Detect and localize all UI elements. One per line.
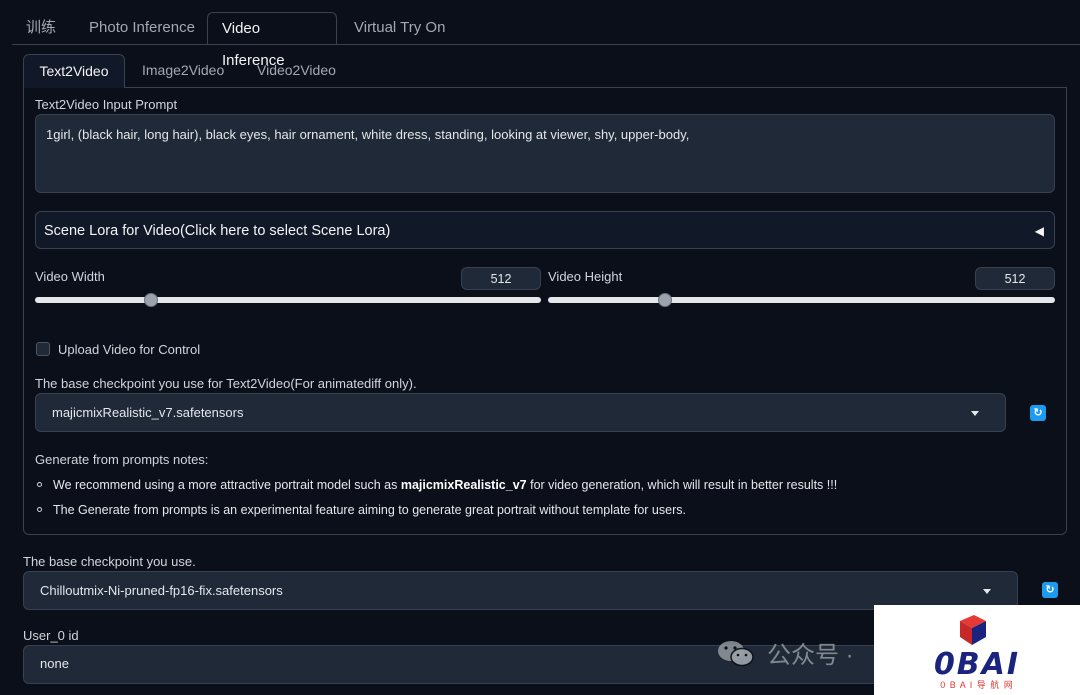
chevron-down-icon: [983, 589, 991, 594]
wechat-icon: [716, 638, 760, 668]
bullet-icon: [37, 482, 42, 487]
top-tab-divider: [12, 44, 1080, 45]
scene-lora-accordion[interactable]: Scene Lora for Video(Click here to selec…: [35, 211, 1055, 249]
note-item-1: We recommend using a more attractive por…: [53, 478, 838, 492]
logo-subtext: 0 B A I 导 航 网: [940, 680, 1014, 690]
refresh-icon[interactable]: ↻: [1042, 582, 1058, 598]
video-height-slider-thumb[interactable]: [657, 293, 672, 307]
t2v-checkpoint-label: The base checkpoint you use for Text2Vid…: [35, 376, 417, 391]
video-width-input[interactable]: 512: [461, 267, 541, 290]
prompt-input[interactable]: 1girl, (black hair, long hair), black ey…: [35, 114, 1055, 193]
refresh-icon[interactable]: ↻: [1030, 405, 1046, 421]
tab-training[interactable]: 训练: [12, 12, 70, 44]
logo: 0BAI 0 B A I 导 航 网: [874, 605, 1080, 695]
video-height-slider[interactable]: [548, 297, 1055, 303]
scene-lora-label: Scene Lora for Video(Click here to selec…: [44, 223, 391, 239]
base-checkpoint-label: The base checkpoint you use.: [23, 554, 196, 569]
tab-text2video[interactable]: Text2Video: [23, 54, 125, 88]
tab-photo-inference[interactable]: Photo Inference: [75, 12, 209, 44]
t2v-checkpoint-value: majicmixRealistic_v7.safetensors: [52, 405, 244, 420]
notes-title: Generate from prompts notes:: [35, 452, 209, 467]
logo-cube-icon: [960, 615, 986, 645]
logo-text: 0BAI: [933, 647, 1021, 682]
prompt-label: Text2Video Input Prompt: [35, 97, 178, 112]
note-item-2: The Generate from prompts is an experime…: [53, 503, 686, 517]
watermark-text: 公众号 ·: [767, 642, 854, 669]
tab-video2video[interactable]: Video2Video: [242, 54, 351, 88]
chevron-down-icon: [971, 411, 979, 416]
video-height-input[interactable]: 512: [975, 267, 1055, 290]
upload-video-checkbox[interactable]: [36, 342, 50, 356]
video-width-slider[interactable]: [35, 297, 541, 303]
video-width-label: Video Width: [35, 269, 105, 284]
user-id-input[interactable]: none: [23, 645, 1018, 684]
collapse-icon: ◀: [1034, 224, 1044, 238]
tab-image2video[interactable]: Image2Video: [127, 54, 239, 88]
tab-video-inference[interactable]: Video Inference: [207, 12, 337, 69]
user-id-label: User_0 id: [23, 628, 79, 643]
t2v-checkpoint-dropdown[interactable]: majicmixRealistic_v7.safetensors: [35, 393, 1006, 432]
base-checkpoint-value: Chilloutmix-Ni-pruned-fp16-fix.safetenso…: [40, 583, 283, 598]
base-checkpoint-dropdown[interactable]: Chilloutmix-Ni-pruned-fp16-fix.safetenso…: [23, 571, 1018, 610]
video-height-label: Video Height: [548, 269, 623, 284]
bullet-icon: [37, 507, 42, 512]
tab-virtual-try-on[interactable]: Virtual Try On: [340, 12, 459, 44]
upload-video-label: Upload Video for Control: [58, 342, 201, 357]
